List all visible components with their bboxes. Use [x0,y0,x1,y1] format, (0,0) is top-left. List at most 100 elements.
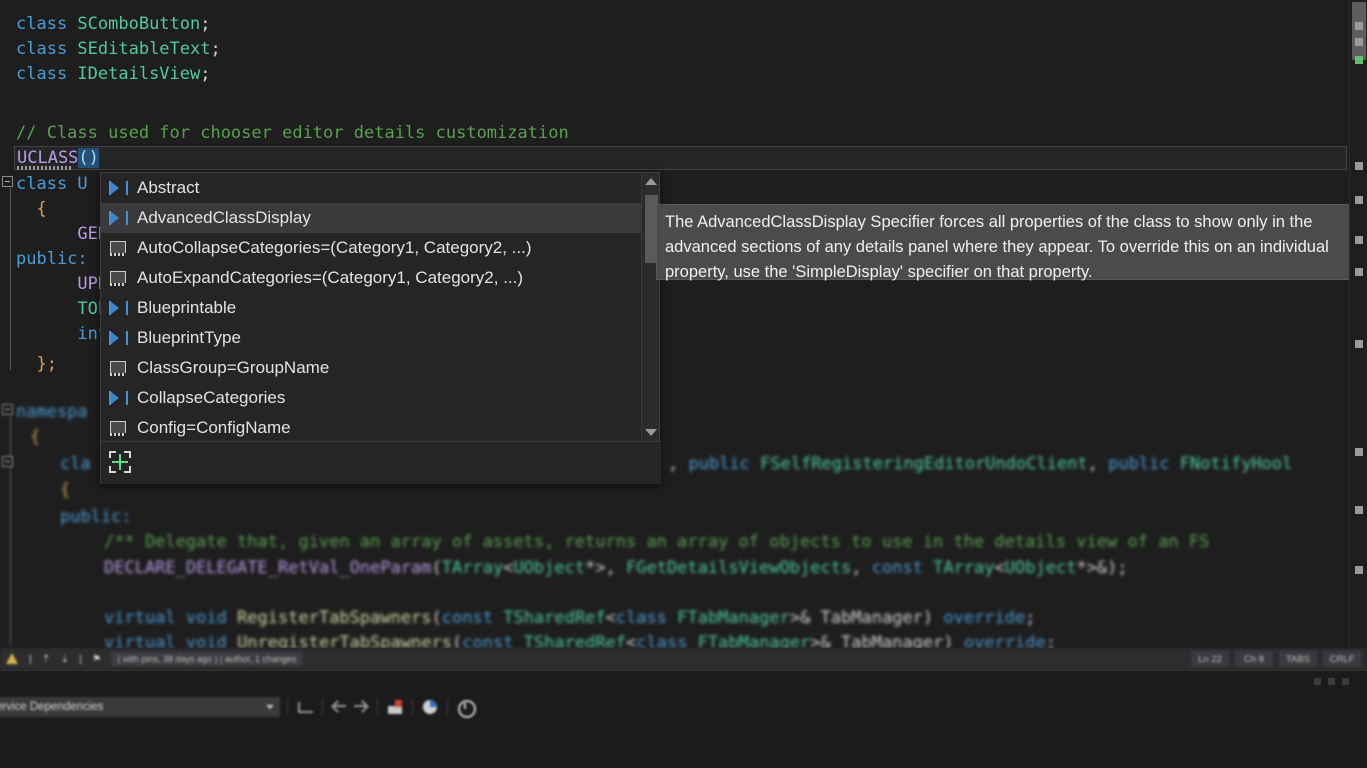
scope-combobox-value: ervice Dependencies [0,701,104,713]
arrow-right-icon[interactable] [350,697,370,717]
code-token: TSharedRef [503,608,606,628]
scroll-marker [1355,162,1363,170]
code-line: , public FSelfRegisteringEditorUndoClien… [668,452,1292,477]
code-token: < [626,633,637,648]
application-window: class SComboButton; class SEditableText; c… [0,0,1367,768]
indentation-indicator[interactable]: TABS [1279,651,1317,667]
lower-tool-panel: ervice Dependencies [0,670,1367,768]
scroll-marker [1355,340,1363,348]
panel-window-controls[interactable] [1314,678,1349,685]
snippet-icon [107,237,129,259]
autocomplete-popup[interactable]: Abstract AdvancedClassDisplay AutoCollapse… [100,172,661,484]
code-token: const [871,558,934,578]
autocomplete-item[interactable]: Abstract [101,173,661,203]
autocomplete-item[interactable]: AutoExpandCategories=(Category1, Categor… [101,263,661,293]
snippet-icon [107,357,129,379]
code-token: namespa [16,402,88,422]
arrow-left-icon[interactable] [330,697,350,717]
scroll-down-arrow[interactable] [642,424,660,441]
macro-icon [107,387,129,409]
code-token: override [943,608,1026,628]
code-token: ; [1025,608,1036,628]
column-indicator[interactable]: Ch 8 [1235,651,1273,667]
code-line: cla [60,452,91,477]
code-token: ( [452,633,463,648]
error-squiggle [17,166,73,170]
toolbar-separator [322,698,323,716]
code-token: FTabManager [697,633,811,648]
scroll-marker-changed [1355,56,1363,64]
status-sep: | [29,653,32,665]
panel-control-dot[interactable] [1314,678,1321,685]
nav-icon[interactable] [295,697,315,717]
code-token: < [605,608,616,628]
code-token: , [851,558,872,578]
code-token: UObject [1004,558,1077,578]
annotation-info[interactable]: ( with pins, 38 days ago ) | author, 1 c… [111,652,303,666]
toolbar-separator [447,698,448,716]
autocomplete-item-label: CollapseCategories [137,388,286,407]
code-token: class [615,608,678,628]
autocomplete-item-label: Blueprintable [137,298,237,317]
autocomplete-item-label: AdvancedClassDisplay [137,208,311,227]
autocomplete-item[interactable]: ClassGroup=GroupName [101,353,661,383]
editor-vertical-scrollbar[interactable] [1349,0,1367,648]
code-token: DECLARE_DELEGATE_RetVal_OneParam [104,558,432,578]
autocomplete-item[interactable]: CollapseCategories [101,383,661,413]
code-token: public [688,454,761,474]
panel-divider [0,670,1367,671]
code-token: , [1087,454,1109,474]
code-editor[interactable]: class SComboButton; class SEditableText; c… [0,0,1367,648]
code-token: override [963,633,1046,648]
editor-scrollbar-thumb[interactable] [1352,2,1366,60]
uclass-keyword: UCLASS [17,148,79,168]
snippet-icon [107,417,129,439]
scroll-up-arrow[interactable] [642,173,660,190]
status-icon-c[interactable]: ⚑ [92,654,101,665]
autocomplete-item-label: AutoCollapseCategories=(Category1, Categ… [137,238,532,257]
code-line: /** Delegate that, given an array of ass… [104,530,1209,555]
autocomplete-item[interactable]: AutoCollapseCategories=(Category1, Categ… [101,233,661,263]
code-token: , [668,454,689,474]
status-sep: | [79,653,83,665]
code-token: UObject [513,558,586,578]
chart-icon[interactable] [385,697,405,717]
code-token: < [994,558,1005,578]
scope-combobox[interactable]: ervice Dependencies [0,697,280,717]
warning-icon[interactable] [6,653,19,665]
code-token: ( [431,558,442,578]
code-token: >& TabManager) [810,633,964,648]
crosshair-cursor-icon [109,451,131,473]
autocomplete-list[interactable]: Abstract AdvancedClassDisplay AutoCollapse… [101,173,661,441]
pie-icon[interactable] [420,697,440,717]
code-token: TSharedRef [523,633,627,648]
specifier-tooltip: The AdvancedClassDisplay Specifier force… [656,204,1360,281]
code-token: public [1108,454,1180,474]
uclass-edit-frame[interactable] [14,146,1347,170]
macro-icon [107,177,129,199]
panel-control-dot[interactable] [1328,678,1335,685]
autocomplete-item[interactable]: Config=ConfigName [101,413,661,441]
autocomplete-item[interactable]: BlueprintType [101,323,661,353]
scroll-marker [1355,236,1363,244]
code-token: *>, [585,558,627,578]
line-indicator[interactable]: Ln 22 [1191,651,1229,667]
scroll-marker [1355,566,1363,574]
toolbar-separator [287,698,288,716]
chevron-down-icon[interactable] [266,705,274,709]
code-line: { [30,425,40,450]
code-token: ( [431,608,442,628]
code-token: ; [1045,633,1056,648]
scroll-marker [1355,506,1363,514]
code-token: UnregisterTabSpawners [237,633,452,648]
status-icon-b[interactable]: ⇣ [61,654,70,665]
line-ending-indicator[interactable]: CRLF [1323,651,1361,667]
autocomplete-item[interactable]: AdvancedClassDisplay [101,203,661,233]
panel-control-dot[interactable] [1342,678,1349,685]
code-token: TArray [933,558,995,578]
autocomplete-item-label: AutoExpandCategories=(Category1, Categor… [137,268,524,287]
autocomplete-item-label: Abstract [137,178,200,197]
clock-icon[interactable] [455,697,476,718]
autocomplete-item[interactable]: Blueprintable [101,293,661,323]
status-icon-a[interactable]: ⇡ [42,654,51,665]
